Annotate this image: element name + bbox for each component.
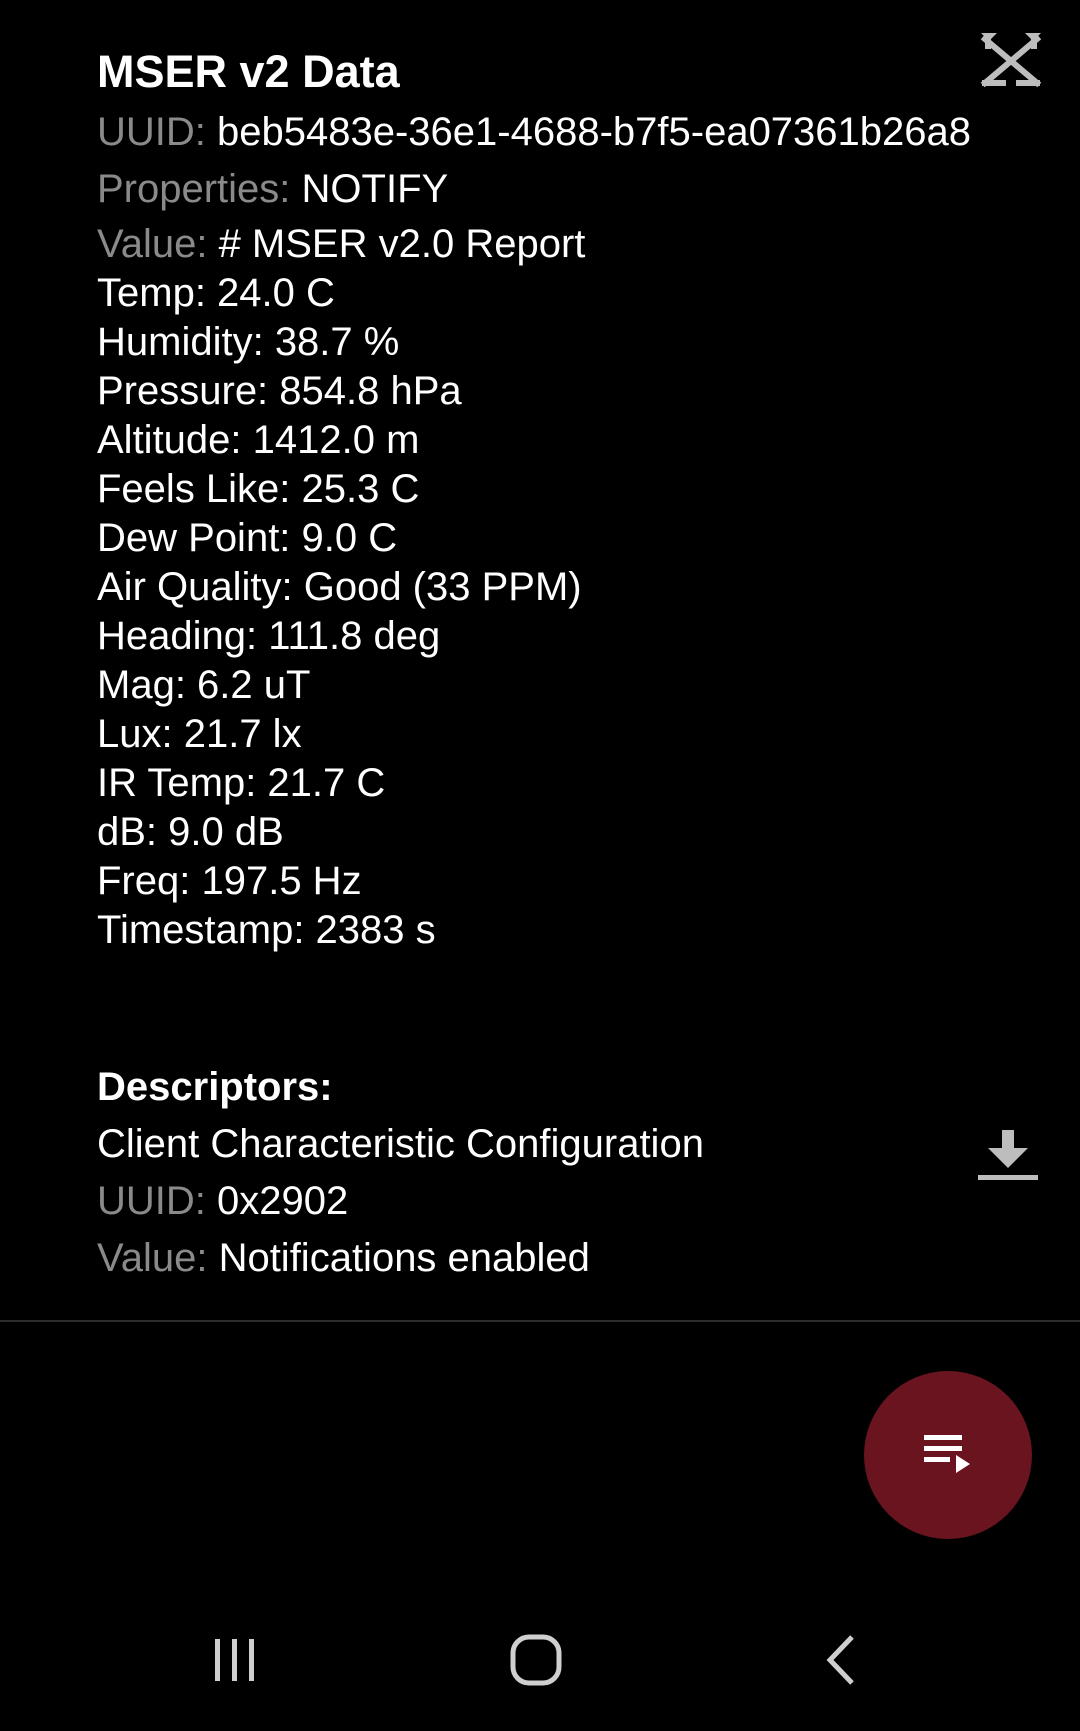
system-navigation-bar bbox=[0, 1600, 1080, 1731]
descriptor-read-button[interactable] bbox=[973, 1124, 1043, 1186]
value-line: Mag: 6.2 uT bbox=[97, 663, 311, 707]
characteristic-value: Value: # MSER v2.0 Report Temp: 24.0 C H… bbox=[97, 220, 997, 955]
characteristic-properties-row: Properties: NOTIFY bbox=[97, 161, 997, 218]
descriptor-name: Client Characteristic Configuration bbox=[97, 1122, 704, 1166]
value-line: Pressure: 854.8 hPa bbox=[97, 369, 462, 413]
value-line: dB: 9.0 dB bbox=[97, 810, 284, 854]
back-icon bbox=[826, 1635, 854, 1685]
value-line: IR Temp: 21.7 C bbox=[97, 761, 386, 805]
value-label: Value: bbox=[97, 1236, 219, 1280]
descriptor-uuid: 0x2902 bbox=[217, 1179, 349, 1223]
descriptor-value-row: Value: Notifications enabled bbox=[97, 1230, 1037, 1287]
value-line: Freq: 197.5 Hz bbox=[97, 859, 362, 903]
recents-icon bbox=[215, 1639, 254, 1681]
download-icon bbox=[978, 1130, 1038, 1180]
descriptor-uuid-row: UUID: 0x2902 bbox=[97, 1173, 1037, 1230]
value-line: Temp: 24.0 C bbox=[97, 271, 335, 315]
characteristic-uuid: beb5483e-36e1-4688-b7f5-ea07361b26a8 bbox=[217, 110, 972, 154]
descriptor-value: Notifications enabled bbox=[218, 1236, 590, 1280]
value-line: Air Quality: Good (33 PPM) bbox=[97, 565, 582, 609]
notifications-toggle-button[interactable] bbox=[975, 28, 1047, 94]
value-line: Dew Point: 9.0 C bbox=[97, 516, 398, 560]
home-button[interactable] bbox=[481, 1620, 591, 1700]
characteristic-properties: NOTIFY bbox=[301, 167, 449, 211]
characteristic-card: MSER v2 Data UUID: beb5483e-36e1-4688-b7… bbox=[97, 40, 997, 955]
section-divider bbox=[0, 1320, 1080, 1322]
descriptors-title: Descriptors: bbox=[97, 1065, 333, 1109]
value-line: Value: # MSER v2.0 Report bbox=[97, 220, 997, 269]
value-line: Timestamp: 2383 s bbox=[97, 908, 436, 952]
value-label: Value: bbox=[97, 222, 219, 266]
uuid-label: UUID: bbox=[97, 110, 217, 154]
log-fab-button[interactable] bbox=[864, 1371, 1032, 1539]
notifications-disable-icon bbox=[980, 33, 1042, 88]
characteristic-uuid-row: UUID: beb5483e-36e1-4688-b7f5-ea07361b26… bbox=[97, 104, 997, 161]
descriptors-section: Descriptors: Client Characteristic Confi… bbox=[97, 1058, 1037, 1287]
properties-label: Properties: bbox=[97, 167, 302, 211]
recents-button[interactable] bbox=[179, 1620, 289, 1700]
home-icon bbox=[510, 1634, 562, 1686]
value-line: Heading: 111.8 deg bbox=[97, 614, 441, 658]
back-button[interactable] bbox=[785, 1620, 895, 1700]
value-line: Lux: 21.7 lx bbox=[97, 712, 302, 756]
value-line: Humidity: 38.7 % bbox=[97, 320, 400, 364]
value-line: Feels Like: 25.3 C bbox=[97, 467, 420, 511]
playlist-play-icon bbox=[924, 1435, 970, 1473]
uuid-label: UUID: bbox=[97, 1179, 217, 1223]
value-text: # MSER v2.0 Report bbox=[218, 222, 586, 266]
characteristic-name: MSER v2 Data bbox=[97, 46, 400, 97]
value-line: Altitude: 1412.0 m bbox=[97, 418, 420, 462]
